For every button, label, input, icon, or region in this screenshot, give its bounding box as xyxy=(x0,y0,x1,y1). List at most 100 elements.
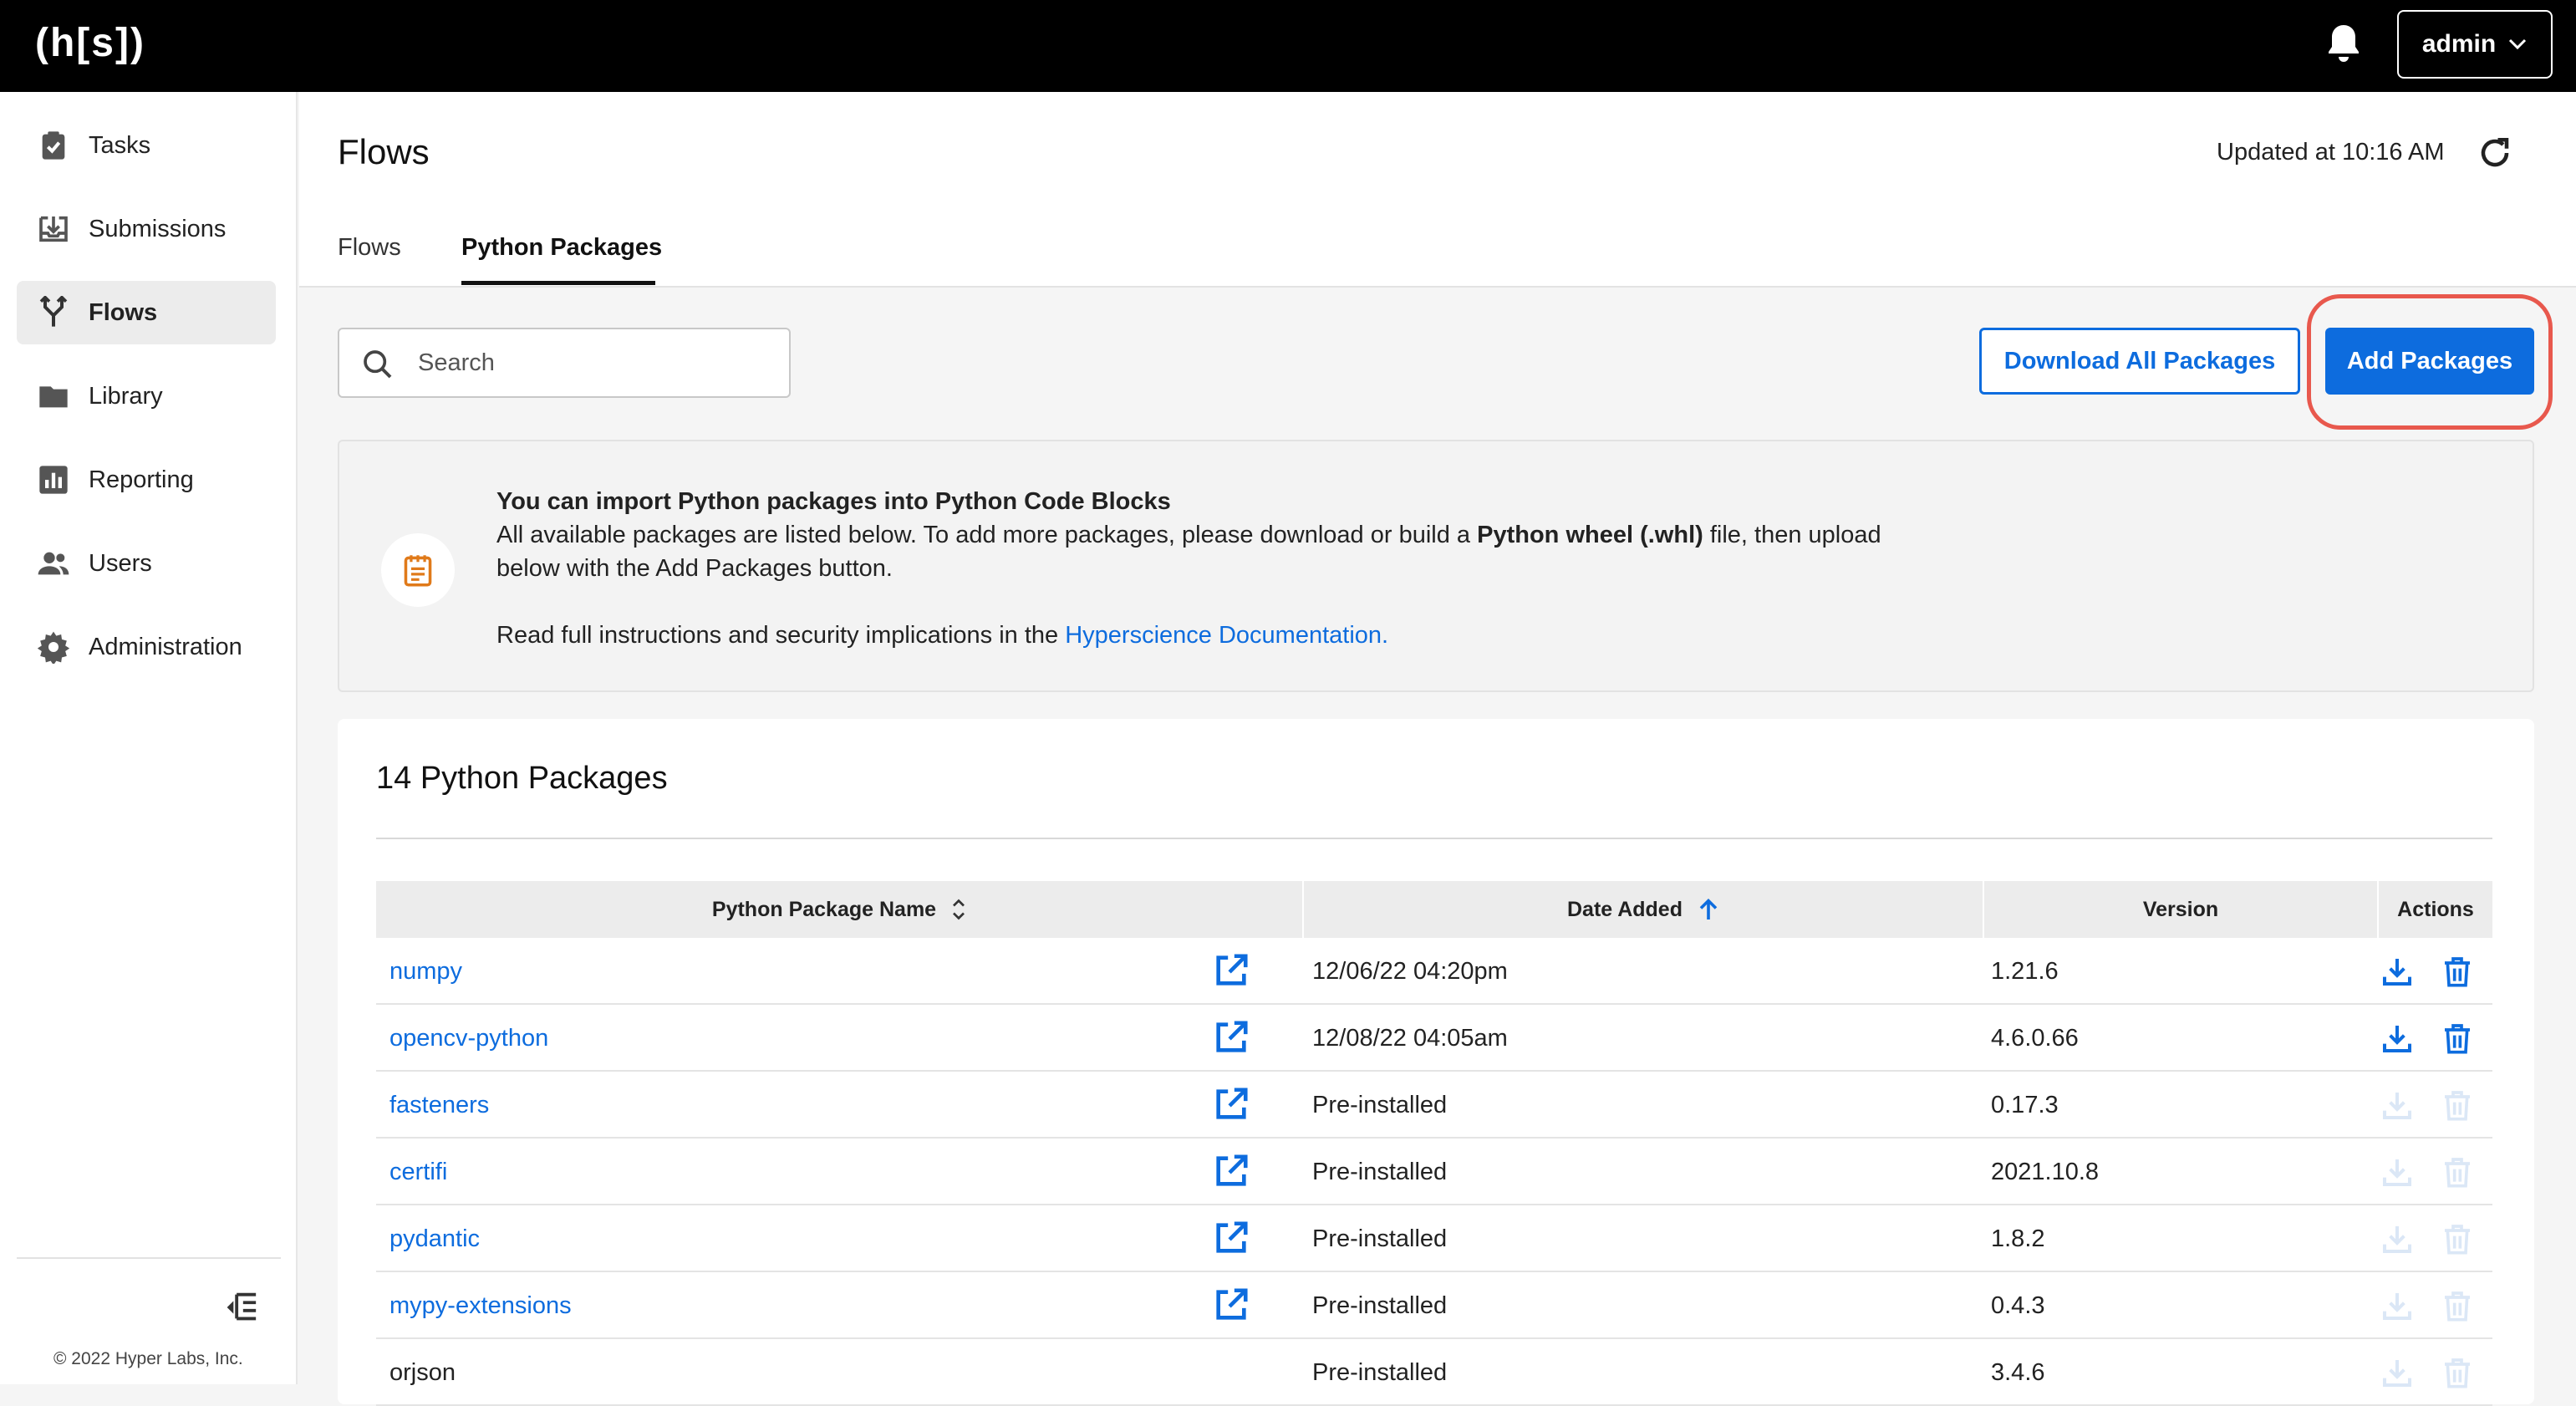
user-menu-button[interactable]: admin xyxy=(2397,10,2553,79)
download-icon-disabled xyxy=(2383,1293,2411,1320)
info-heading: You can import Python packages into Pyth… xyxy=(496,488,1171,515)
documentation-link[interactable]: Hyperscience Documentation. xyxy=(1065,622,1388,649)
column-header-label: Version xyxy=(2142,897,2219,921)
package-version: 0.4.3 xyxy=(1991,1291,2045,1319)
refresh-icon[interactable] xyxy=(2477,135,2512,171)
date-added: Pre-installed xyxy=(1312,1158,1448,1185)
download-icon-disabled xyxy=(2383,1093,2411,1119)
table-row: orjson Pre-installed 3.4.6 xyxy=(376,1339,2492,1406)
info-icon-circle xyxy=(381,533,455,607)
user-menu-label: admin xyxy=(2421,30,2497,58)
external-link-icon[interactable] xyxy=(1212,1286,1250,1324)
package-version: 4.6.0.66 xyxy=(1991,1024,2079,1052)
external-link-icon[interactable] xyxy=(1212,1018,1250,1057)
sidebar-item-administration[interactable]: Administration xyxy=(17,615,276,679)
updated-timestamp: Updated at 10:16 AM xyxy=(2217,139,2445,166)
package-name-link[interactable]: certifi xyxy=(389,1139,447,1205)
download-icon-disabled xyxy=(2383,1226,2411,1253)
package-version: 1.21.6 xyxy=(1991,957,2059,985)
folder-icon xyxy=(39,386,68,408)
package-version: 1.8.2 xyxy=(1991,1225,2045,1252)
tab-python-packages[interactable]: Python Packages xyxy=(461,234,662,262)
sidebar-item-label: Reporting xyxy=(89,466,194,493)
package-name-link[interactable]: numpy xyxy=(389,938,462,1005)
table-row: fasteners Pre-installed 0.17.3 xyxy=(376,1072,2492,1139)
date-added: 12/06/22 04:20pm xyxy=(1312,957,1508,985)
tab-flows[interactable]: Flows xyxy=(338,234,401,262)
sidebar-item-flows[interactable]: Flows xyxy=(17,281,276,344)
external-link-icon[interactable] xyxy=(1212,1152,1250,1190)
column-header-date[interactable]: Date Added xyxy=(1304,881,1983,938)
trash-icon-disabled xyxy=(2445,1358,2470,1388)
table-row: numpy 12/06/22 04:20pm 1.21.6 xyxy=(376,938,2492,1005)
sidebar-item-label: Library xyxy=(89,382,163,410)
table-header: Python Package Name Date Added Version A… xyxy=(376,881,2492,938)
info-line1-suffix: file, then upload xyxy=(1709,522,1881,548)
page-header: Flows Updated at 10:16 AM Flows Python P… xyxy=(299,92,2576,288)
sidebar-item-label: Flows xyxy=(89,298,158,326)
date-added: Pre-installed xyxy=(1312,1358,1448,1386)
info-line2: below with the Add Packages button. xyxy=(496,555,893,582)
info-banner: You can import Python packages into Pyth… xyxy=(338,440,2534,692)
sidebar-item-users[interactable]: Users xyxy=(17,532,276,595)
package-name-link[interactable]: fasteners xyxy=(389,1072,489,1139)
bell-icon[interactable] xyxy=(2324,22,2364,69)
tray-download-icon xyxy=(39,216,68,242)
download-icon[interactable] xyxy=(2380,1021,2414,1055)
search-input[interactable] xyxy=(416,343,776,383)
external-link-icon[interactable] xyxy=(1212,951,1250,990)
active-tab-indicator xyxy=(461,281,655,285)
package-version: 0.17.3 xyxy=(1991,1091,2059,1118)
column-header-label: Date Added xyxy=(1567,897,1683,921)
column-header-label: Python Package Name xyxy=(711,897,937,921)
sidebar-item-label: Tasks xyxy=(89,131,151,159)
package-name-link[interactable]: mypy-extensions xyxy=(389,1272,572,1339)
app-logo[interactable]: (h[s]) xyxy=(35,20,145,66)
trash-icon-disabled xyxy=(2445,1158,2470,1188)
external-link-icon[interactable] xyxy=(1212,1085,1250,1123)
highlight-annotation xyxy=(2307,294,2553,430)
table-row: certifi Pre-installed 2021.10.8 xyxy=(376,1139,2492,1205)
download-icon-disabled xyxy=(2383,1159,2411,1186)
sidebar-item-label: Submissions xyxy=(89,215,227,242)
gear-icon xyxy=(37,631,70,664)
external-link-icon[interactable] xyxy=(1212,1219,1250,1257)
column-header-version: Version xyxy=(1984,881,2377,938)
package-name-link[interactable]: pydantic xyxy=(389,1205,480,1272)
info-text: You can import Python packages into Pyth… xyxy=(496,485,2419,652)
chevron-down-icon xyxy=(2509,38,2527,50)
download-all-packages-button[interactable]: Download All Packages xyxy=(1979,328,2300,395)
sort-ascending-icon xyxy=(1699,898,1718,920)
sidebar-item-tasks[interactable]: Tasks xyxy=(17,114,276,177)
info-line1-bold: Python wheel (.whl) xyxy=(1477,522,1703,548)
column-header-name[interactable]: Python Package Name xyxy=(376,881,1302,938)
download-icon[interactable] xyxy=(2380,955,2414,988)
packages-count-title: 14 Python Packages xyxy=(376,761,668,796)
users-icon xyxy=(38,552,69,575)
column-header-label: Actions xyxy=(2397,897,2474,921)
clipboard-check-icon xyxy=(42,131,65,160)
trash-icon[interactable] xyxy=(2441,1021,2474,1055)
sidebar-divider xyxy=(17,1257,281,1259)
top-bar: (h[s]) admin xyxy=(0,0,2576,92)
notepad-icon xyxy=(404,555,432,587)
sidebar-item-label: Administration xyxy=(89,633,242,660)
sidebar-item-submissions[interactable]: Submissions xyxy=(17,197,276,261)
package-name-link[interactable]: opencv-python xyxy=(389,1005,548,1072)
trash-icon-disabled xyxy=(2445,1091,2470,1121)
flow-branch-icon xyxy=(39,296,68,327)
card-divider xyxy=(376,838,2492,839)
sidebar: Tasks Submissions Flows Library Reportin… xyxy=(0,92,298,1384)
collapse-sidebar-icon[interactable] xyxy=(221,1291,259,1324)
table-row: mypy-extensions Pre-installed 0.4.3 xyxy=(376,1272,2492,1339)
sidebar-item-reporting[interactable]: Reporting xyxy=(17,448,276,512)
sidebar-item-label: Users xyxy=(89,549,152,577)
trash-icon[interactable] xyxy=(2441,955,2474,988)
copyright: © 2022 Hyper Labs, Inc. xyxy=(53,1349,243,1368)
table-row: pydantic Pre-installed 1.8.2 xyxy=(376,1205,2492,1272)
sidebar-item-library[interactable]: Library xyxy=(17,364,276,428)
date-added: Pre-installed xyxy=(1312,1091,1448,1118)
package-name: orjson xyxy=(389,1358,456,1386)
bar-chart-icon xyxy=(39,466,68,494)
search-field[interactable] xyxy=(338,328,791,398)
